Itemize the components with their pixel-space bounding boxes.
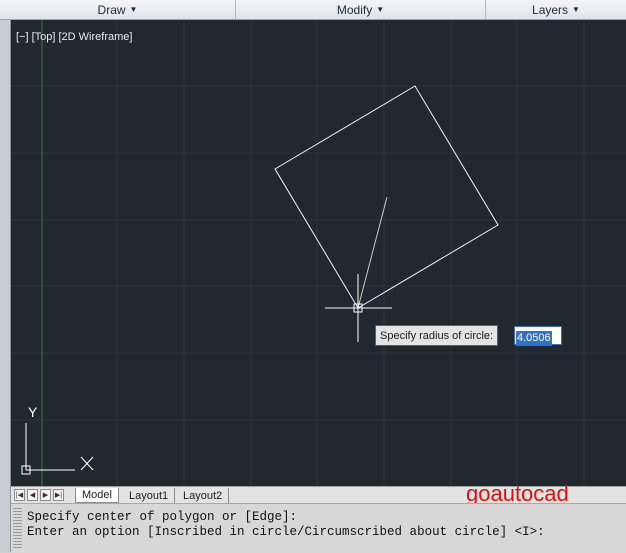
layers-panel-button[interactable]: Layers ▼	[486, 0, 626, 19]
prev-tab-icon[interactable]: ◀	[27, 489, 38, 501]
draw-panel-label: Draw	[97, 2, 126, 17]
radius-rubberband-line	[357, 196, 388, 309]
first-tab-icon[interactable]: |◀	[14, 489, 25, 501]
command-line-window[interactable]: Specify center of polygon or [Edge]: Ent…	[11, 503, 626, 553]
command-history-line-1: Specify center of polygon or [Edge]:	[27, 510, 298, 524]
ucs-icon	[21, 423, 94, 475]
draw-panel-button[interactable]: Draw ▼	[0, 0, 236, 19]
ucs-y-label: Y	[28, 404, 38, 420]
dynamic-input-field[interactable]: 4.0506	[514, 326, 562, 346]
last-tab-icon[interactable]: ▶|	[53, 489, 64, 501]
dynamic-input-prompt-text: Specify radius of circle:	[380, 329, 494, 342]
dynamic-input-value: 4.0506	[516, 331, 552, 346]
chevron-down-icon: ▼	[572, 5, 580, 14]
left-frame-strip	[0, 20, 11, 552]
dynamic-input-prompt: Specify radius of circle:	[375, 325, 499, 346]
grid	[11, 20, 626, 486]
tab-layout1[interactable]: Layout1	[123, 488, 176, 503]
tab-layout2[interactable]: Layout2	[177, 488, 230, 503]
next-tab-icon[interactable]: ▶	[40, 489, 51, 501]
modify-panel-button[interactable]: Modify ▼	[236, 0, 486, 19]
chevron-down-icon: ▼	[129, 5, 138, 14]
grip-handle-icon[interactable]	[13, 508, 22, 550]
drawing-viewport[interactable]: Y [−] [Top] [2D Wireframe] Specify radiu…	[11, 20, 626, 486]
modify-panel-label: Modify	[336, 2, 373, 17]
viewport-controls-label[interactable]: [−] [Top] [2D Wireframe]	[16, 31, 132, 43]
chevron-down-icon: ▼	[376, 5, 385, 14]
layers-panel-label: Layers	[532, 2, 569, 17]
command-history-line-2: Enter an option [Inscribed in circle/Cir…	[27, 525, 545, 539]
tab-model[interactable]: Model	[75, 488, 119, 503]
ribbon-panel-bar: Draw ▼ Modify ▼ Layers ▼	[0, 0, 626, 20]
drawing-canvas[interactable]: Y	[11, 20, 626, 486]
